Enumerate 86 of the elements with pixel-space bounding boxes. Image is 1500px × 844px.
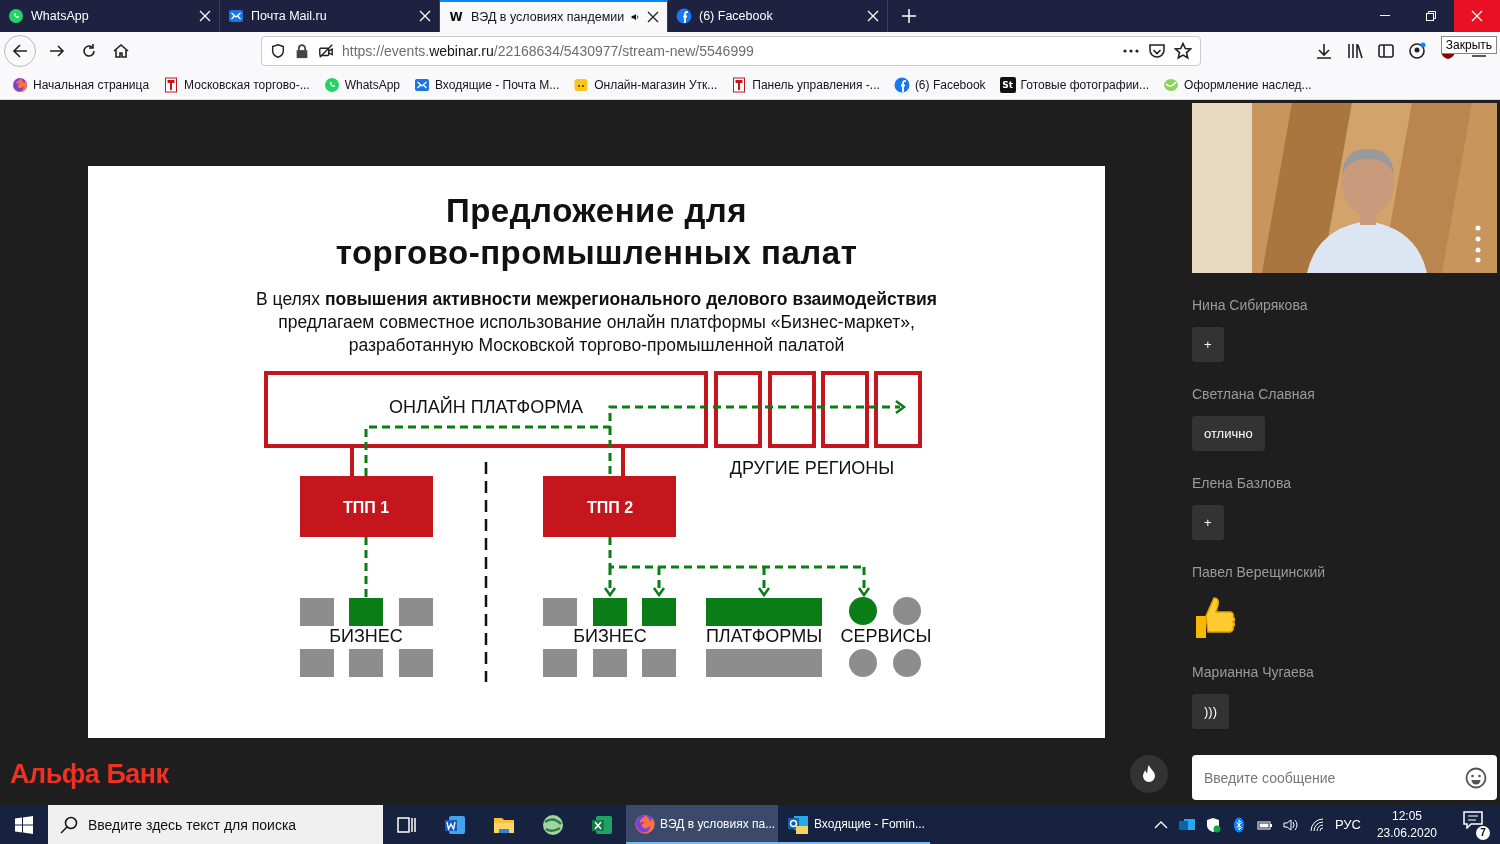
slide-title: Предложение для торгово-промышленных палат bbox=[334, 191, 859, 273]
minimize-icon[interactable] bbox=[1380, 15, 1390, 17]
social-circle-icon bbox=[893, 76, 910, 93]
bookmark-item[interactable]: Онлайн-магазин Утк... bbox=[573, 76, 718, 93]
social-circle-icon bbox=[676, 8, 692, 24]
bookmark-item[interactable]: (6) Facebook bbox=[893, 76, 986, 93]
envelope-icon bbox=[228, 8, 244, 24]
tooltip: Закрыть bbox=[1440, 36, 1497, 54]
sidebar-icon[interactable] bbox=[1377, 42, 1395, 60]
browser-tab[interactable]: W ВЭД в условиях пандемии bbox=[440, 0, 668, 32]
diagram-label: БИЗНЕС bbox=[573, 626, 647, 646]
reload-icon[interactable] bbox=[80, 42, 98, 60]
more-vertical-icon[interactable] bbox=[1475, 225, 1481, 263]
bookmark-item[interactable]: Оформление наслед... bbox=[1163, 76, 1312, 93]
taskbar-window[interactable]: ВЭД в условиях па... bbox=[626, 805, 778, 844]
author-name: Марианна Чугаева bbox=[1192, 663, 1315, 682]
bookmark-item[interactable]: Начальная страница bbox=[12, 76, 150, 93]
lock-icon[interactable] bbox=[294, 42, 310, 60]
notification-icon bbox=[1463, 811, 1483, 829]
diagram-label: ДРУГИЕ РЕГИОНЫ bbox=[729, 458, 895, 478]
account-icon[interactable] bbox=[1408, 42, 1426, 60]
star-icon[interactable] bbox=[1174, 42, 1192, 60]
message-bubble: ))) bbox=[1192, 694, 1229, 729]
speaker-icon[interactable] bbox=[631, 11, 640, 23]
diagram-label: ТПП 1 bbox=[342, 498, 390, 516]
pocket-icon[interactable] bbox=[1148, 42, 1166, 60]
chat-bubble-icon bbox=[8, 8, 24, 24]
diagram-label: ОНЛАЙН ПЛАТФОРМА bbox=[389, 397, 583, 417]
bookmark-item[interactable]: WhatsApp bbox=[323, 76, 400, 93]
notification-count: 7 bbox=[1476, 826, 1490, 840]
chat-bubble-icon bbox=[323, 76, 340, 93]
diagram-label: ПЛАТФОРМЫ bbox=[705, 626, 823, 646]
bookmark-item[interactable]: Входящие - Почта М... bbox=[414, 76, 560, 93]
download-icon[interactable] bbox=[1315, 42, 1333, 60]
shield-icon[interactable] bbox=[270, 42, 286, 60]
bookmark-item[interactable]: Панель управления -... bbox=[731, 76, 880, 93]
wifi-icon[interactable] bbox=[1308, 816, 1325, 833]
bookmark-item[interactable]: St Готовые фотографии... bbox=[999, 76, 1150, 93]
message-bubble: + bbox=[1192, 327, 1224, 362]
start-icon[interactable] bbox=[15, 815, 33, 834]
reaction-button[interactable] bbox=[1130, 755, 1168, 793]
diagram-label: БИЗНЕС bbox=[329, 626, 403, 646]
leaf-icon bbox=[1163, 76, 1180, 93]
taskbar-window[interactable]: Входящие - Fomin... bbox=[778, 805, 930, 844]
message-bubble: отлично bbox=[1192, 416, 1265, 451]
site-logo-icon: W bbox=[448, 9, 464, 25]
mail-app-icon[interactable] bbox=[1178, 816, 1195, 833]
back-button[interactable] bbox=[4, 35, 36, 67]
document-icon bbox=[731, 76, 748, 93]
camera-blocked-icon[interactable] bbox=[318, 42, 334, 60]
url-text[interactable]: https://events.webinar.ru/22168634/5430977/stream-new/5546999 bbox=[342, 43, 1114, 59]
restore-icon[interactable] bbox=[1426, 11, 1436, 21]
logo: Альфа Банк bbox=[10, 758, 169, 790]
notifications-button[interactable]: 7 bbox=[1461, 809, 1490, 840]
diagram-label: ТПП 2 bbox=[586, 498, 634, 516]
diagram-label: СЕРВИСЫ bbox=[840, 626, 930, 646]
browser-logo-icon bbox=[12, 76, 28, 93]
home-icon[interactable] bbox=[112, 42, 130, 60]
author-name: Павел Верещинский bbox=[1192, 563, 1327, 582]
bookmark-item[interactable]: Московская торгово-... bbox=[163, 76, 310, 93]
flame-icon bbox=[1142, 765, 1156, 783]
envelope-icon bbox=[414, 76, 430, 93]
library-icon[interactable] bbox=[1346, 42, 1364, 60]
message-bubble: + bbox=[1192, 505, 1224, 540]
clock[interactable]: 12:05 23.06.2020 bbox=[1376, 807, 1437, 842]
close-icon bbox=[1471, 10, 1483, 22]
author-name: Светлана Славная bbox=[1192, 385, 1316, 404]
site-logo-icon: St bbox=[999, 76, 1016, 93]
back-arrow-icon bbox=[12, 43, 28, 59]
search-icon bbox=[60, 815, 78, 834]
shield-icon[interactable] bbox=[1204, 816, 1221, 833]
new-tab-icon[interactable] bbox=[902, 9, 916, 23]
browser-logo-icon bbox=[634, 812, 656, 835]
author-name: Нина Сибирякова bbox=[1192, 296, 1309, 315]
smiley-icon[interactable] bbox=[1465, 767, 1487, 789]
address-field[interactable]: https://events.webinar.ru/22168634/5430977/stream-new/5546999 bbox=[261, 36, 1201, 66]
author-name: Елена Базлова bbox=[1192, 474, 1292, 493]
close-icon[interactable] bbox=[647, 11, 659, 23]
document-icon bbox=[163, 76, 180, 93]
speaker-icon[interactable] bbox=[1282, 816, 1299, 833]
search-field[interactable]: Введите здесь текст для поиска bbox=[48, 805, 383, 844]
shop-bag-icon bbox=[573, 76, 590, 93]
slide-text: В целях повышения активности межрегионального делового взаимодействия предлагаем совместное использование онлайн платформы «Бизнес-маркет», разработанную Московской торгово-промышленной палатой bbox=[255, 288, 938, 357]
language-indicator[interactable]: РУС bbox=[1334, 817, 1361, 832]
globe-icon[interactable] bbox=[541, 812, 565, 837]
message-field[interactable]: Введите сообщение bbox=[1192, 755, 1497, 800]
